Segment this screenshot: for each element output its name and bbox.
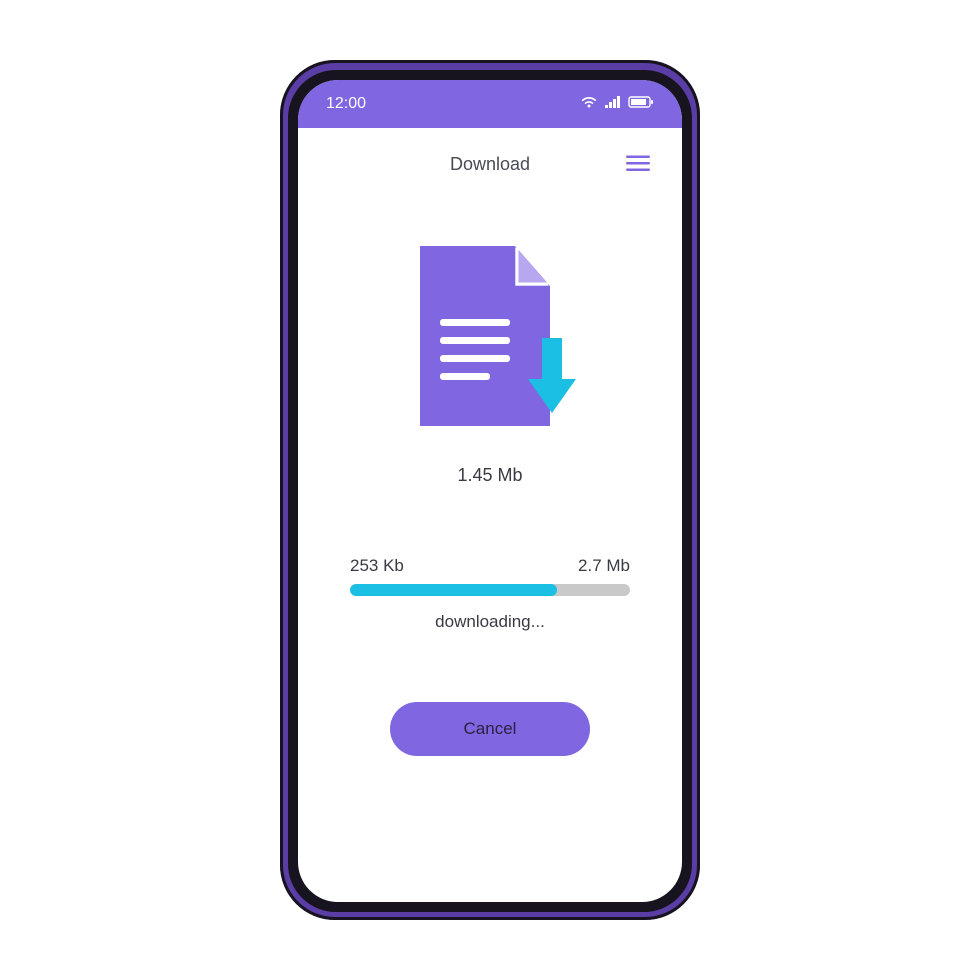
download-status-text: downloading...: [350, 612, 630, 632]
file-size-label: 1.45 Mb: [457, 465, 522, 486]
progress-fill: [350, 584, 557, 596]
downloaded-size: 253 Kb: [350, 556, 404, 576]
hamburger-icon: [626, 159, 650, 174]
wifi-icon: [580, 95, 598, 114]
progress-labels: 253 Kb 2.7 Mb: [350, 556, 630, 576]
page-title: Download: [450, 154, 530, 175]
battery-icon: [628, 95, 654, 114]
cancel-button[interactable]: Cancel: [390, 702, 590, 756]
screen: 12:00 Download: [298, 80, 682, 902]
menu-button[interactable]: [622, 151, 654, 178]
status-bar: 12:00: [298, 80, 682, 128]
file-download-icon: [400, 241, 580, 441]
status-time: 12:00: [326, 95, 366, 113]
phone-inner: 12:00 Download: [288, 70, 692, 912]
progress-bar: [350, 584, 630, 596]
phone-frame: 12:00 Download: [280, 60, 700, 920]
status-icons: [580, 95, 654, 114]
app-header: Download: [298, 128, 682, 201]
progress-section: 253 Kb 2.7 Mb downloading...: [338, 556, 642, 702]
content: 1.45 Mb 253 Kb 2.7 Mb downloading... Can…: [298, 201, 682, 902]
signal-icon: [604, 95, 622, 114]
total-size: 2.7 Mb: [578, 556, 630, 576]
